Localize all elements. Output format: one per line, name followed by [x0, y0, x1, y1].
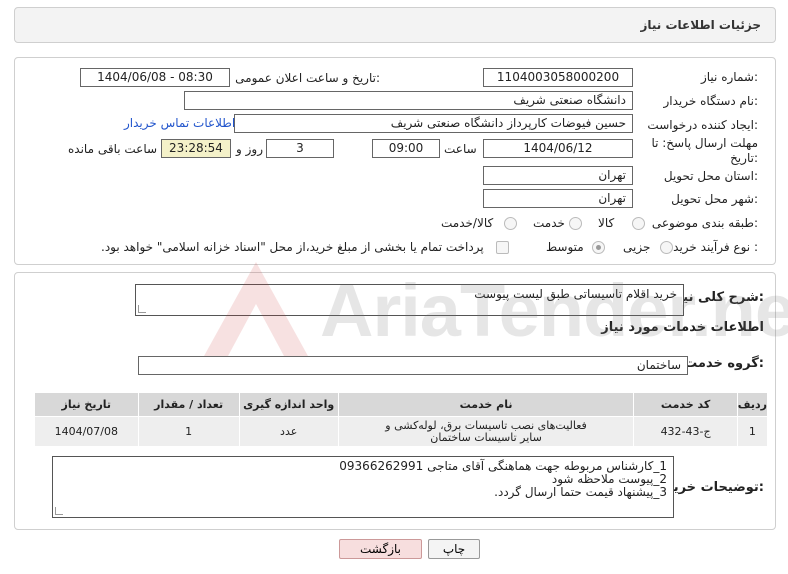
treasury-payment-checkbox[interactable]: [496, 241, 509, 254]
requester-label: ایجاد کننده درخواست:: [647, 118, 758, 132]
category-service-radio[interactable]: [569, 217, 582, 230]
deadline-date-field: 1404/06/12: [483, 139, 633, 158]
purchase-type-label: نوع فرآیند خرید :: [673, 240, 758, 254]
category-label: طبقه بندی موضوعی:: [651, 216, 758, 230]
announce-datetime-field: 1404/06/08 - 08:30: [80, 68, 230, 87]
purchase-minor-radio[interactable]: [660, 241, 673, 254]
category-goods-radio[interactable]: [632, 217, 645, 230]
deadline-time-field: 09:00: [372, 139, 440, 158]
table-row: 1 ج-43-432 فعالیت‌های نصب تاسیسات برق، ل…: [34, 416, 769, 447]
resize-handle-icon[interactable]: [55, 507, 63, 515]
buyer-org-field: دانشگاه صنعتی شریف: [184, 91, 633, 110]
service-code-cell: ج-43-432: [633, 416, 738, 447]
category-goods-service-radio[interactable]: [504, 217, 517, 230]
deadline-time-label: ساعت: [444, 142, 477, 156]
province-field: تهران: [483, 166, 633, 185]
page-header: جزئیات اطلاعات نیاز: [14, 7, 776, 43]
need-date-cell: 1404/07/08: [34, 416, 139, 447]
page-title: جزئیات اطلاعات نیاز: [640, 18, 761, 32]
back-button[interactable]: بازگشت: [339, 539, 422, 559]
watermark-text: AriaTender.neT: [320, 269, 788, 352]
category-goods-label: کالا: [598, 216, 615, 230]
purchase-medium-radio[interactable]: [592, 241, 605, 254]
print-button[interactable]: چاپ: [428, 539, 480, 559]
remaining-time-label: ساعت باقی مانده: [68, 142, 158, 156]
service-group-label: گروه خدمت:: [684, 356, 764, 371]
col-service-name: نام خدمت: [337, 392, 635, 417]
col-need-date: تاریخ نیاز: [34, 392, 139, 417]
buyer-notes-textarea: 1_کارشناس مربوطه جهت هماهنگی آقای متاجی …: [52, 456, 674, 518]
buyer-contact-link[interactable]: اطلاعات تماس خریدار: [124, 116, 235, 130]
category-service-label: خدمت: [533, 216, 565, 230]
purchase-medium-label: متوسط: [546, 240, 584, 254]
row-number-cell: 1: [736, 416, 769, 447]
watermark-logo-icon: [204, 262, 308, 356]
deadline-label: مهلت ارسال پاسخ: تا تاریخ:: [651, 136, 758, 165]
days-label: روز و: [236, 142, 263, 156]
remaining-days-field: 3: [266, 139, 334, 158]
need-number-field: 1104003058000200: [483, 68, 633, 87]
treasury-payment-note: پرداخت تمام یا بخشی از مبلغ خرید،از محل …: [101, 240, 484, 254]
quantity-cell: 1: [137, 416, 240, 447]
col-quantity: تعداد / مقدار: [137, 392, 240, 417]
services-table: ردیف کد خدمت نام خدمت واحد اندازه گیری ت…: [34, 392, 769, 447]
unit-cell: عدد: [238, 416, 339, 447]
table-header-row: ردیف کد خدمت نام خدمت واحد اندازه گیری ت…: [34, 392, 769, 417]
resize-handle-icon[interactable]: [138, 305, 146, 313]
col-row: ردیف: [736, 392, 769, 417]
need-number-label: شماره نیاز:: [700, 70, 758, 84]
announce-datetime-label: تاریخ و ساعت اعلان عمومی:: [235, 71, 380, 85]
col-unit: واحد اندازه گیری: [238, 392, 339, 417]
city-label: شهر محل تحویل:: [671, 192, 758, 206]
requester-field: حسین فیوضات کارپرداز دانشگاه صنعتی شریف: [234, 114, 633, 133]
col-service-code: کد خدمت: [633, 392, 738, 417]
buyer-note-line-3: 3_پیشنهاد قیمت حتما ارسال گردد.: [494, 485, 667, 499]
remaining-time-field: 23:28:54: [161, 139, 231, 158]
buyer-org-label: نام دستگاه خریدار:: [663, 94, 759, 108]
purchase-minor-label: جزیی: [623, 240, 651, 254]
city-field: تهران: [483, 189, 633, 208]
service-name-cell: فعالیت‌های نصب تاسیسات برق، لوله‌کشی و س…: [337, 416, 635, 447]
category-goods-service-label: کالا/خدمت: [441, 216, 494, 230]
province-label: استان محل تحویل:: [663, 169, 758, 183]
